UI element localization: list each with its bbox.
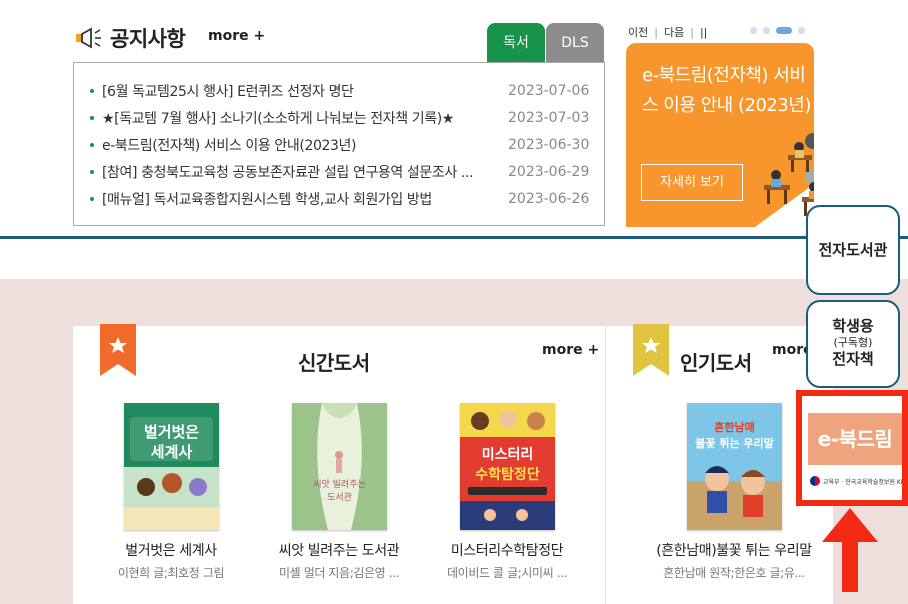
- banner-pause-button[interactable]: ||: [700, 26, 707, 39]
- notice-item[interactable]: [매뉴얼] 독서교육종합지원시스템 학생,교사 회원가입 방법 2023-06-…: [74, 185, 604, 212]
- notice-item-date: 2023-06-26: [508, 190, 590, 207]
- banner-nav: 이전 | 다음 | ||: [628, 24, 707, 40]
- book-card[interactable]: 씨앗 빌려주는 도서관 씨앗 빌려주는 도서관 미셸 멀더 지음;김은영 ...: [264, 403, 414, 581]
- banner-dot[interactable]: [763, 27, 770, 34]
- sponsor-logo-text: 교육부 · 한국교육학술정보원 KERIS: [823, 478, 908, 486]
- ebook-library-button[interactable]: 전자도서관: [806, 205, 900, 295]
- book-title[interactable]: 씨앗 빌려주는 도서관: [264, 540, 414, 560]
- notice-item-title[interactable]: [참여] 충청북도교육청 공동보존자료관 설립 연구용역 설문조사 ...: [102, 162, 500, 182]
- students-illustration: [754, 133, 814, 227]
- book-card[interactable]: 벌거벗은 세계사 벌거벗은 세계사 이현희 글;최호정 그림: [96, 403, 246, 581]
- notice-item-title[interactable]: e-북드림(전자책) 서비스 이용 안내(2023년): [102, 135, 500, 155]
- notice-item-date: 2023-07-06: [508, 82, 590, 99]
- bullet-icon: [90, 115, 94, 120]
- notice-more-link[interactable]: more +: [208, 28, 265, 44]
- book-cover-art: 씨앗 빌려주는 도서관: [291, 403, 387, 530]
- bullet-icon: [90, 88, 94, 93]
- e-bookdream-banner[interactable]: e-북드림 교육부 · 한국교육학술정보원 KERIS: [796, 390, 908, 506]
- government-emblem-icon: [810, 476, 820, 486]
- student-subscription-ebook-button[interactable]: 학생용 (구독형) 전자책: [806, 300, 900, 388]
- new-books-title: 신간도서: [298, 351, 370, 375]
- star-ribbon-icon: [633, 324, 669, 376]
- tab-dls[interactable]: DLS: [546, 23, 604, 63]
- notice-item[interactable]: [참여] 충청북도교육청 공동보존자료관 설립 연구용역 설문조사 ... 20…: [74, 158, 604, 185]
- book-title[interactable]: (흔한남매)불꽃 튀는 우리말: [645, 540, 823, 560]
- popular-books-title: 인기도서: [680, 351, 752, 375]
- book-cover[interactable]: 흔한남매 불꽃 튀는 우리말: [686, 403, 782, 530]
- cover-title-line: 세계사: [150, 443, 192, 461]
- book-cover-art: 흔한남매 불꽃 튀는 우리말: [686, 403, 782, 530]
- panel-divider: [605, 326, 606, 604]
- book-author: 미셸 멀더 지음;김은영 ...: [279, 566, 399, 580]
- notice-item-date: 2023-06-30: [508, 136, 590, 153]
- banner-title: e-북드림(전자책) 서비스 이용 안내 (2023년): [642, 65, 811, 116]
- notice-item-title[interactable]: [6월 독교템25시 행사] E런퀴즈 선정자 명단: [102, 81, 500, 101]
- bullet-icon: [90, 196, 94, 201]
- banner-dot[interactable]: [798, 27, 805, 34]
- new-books-more-link[interactable]: more +: [542, 342, 599, 358]
- notice-item[interactable]: e-북드림(전자책) 서비스 이용 안내(2023년) 2023-06-30: [74, 131, 604, 158]
- banner-detail-button[interactable]: 자세히 보기: [641, 164, 743, 201]
- banner-prev-button[interactable]: 이전: [628, 24, 648, 40]
- banner-dot[interactable]: [750, 27, 757, 34]
- book-cover-art: 벌거벗은 세계사: [123, 417, 219, 530]
- notice-item-title[interactable]: ★[독교템 7월 행사] 소나기(소소하게 나눠보는 전자책 기록)★: [102, 108, 500, 128]
- tab-dokseo[interactable]: 독서: [487, 23, 545, 63]
- cover-title-line: 미스터리: [481, 447, 533, 463]
- separator: |: [654, 25, 658, 39]
- book-title[interactable]: 벌거벗은 세계사: [96, 540, 246, 560]
- book-author: 흔한남매 원작;한은호 글;유...: [663, 566, 805, 580]
- student-ebook-line1: 학생용: [832, 317, 874, 335]
- cover-title-line: 도서관: [327, 492, 352, 503]
- notice-item[interactable]: ★[독교템 7월 행사] 소나기(소소하게 나눠보는 전자책 기록)★ 2023…: [74, 104, 604, 131]
- star-ribbon-icon: [100, 324, 136, 376]
- notice-title: 공지사항: [110, 27, 186, 51]
- book-cover[interactable]: 씨앗 빌려주는 도서관: [291, 403, 387, 530]
- book-cover-art: 미스터리 수학탐정단: [459, 403, 555, 530]
- bullet-icon: [90, 142, 94, 147]
- notice-item-title[interactable]: [매뉴얼] 독서교육종합지원시스템 학생,교사 회원가입 방법: [102, 189, 500, 209]
- book-author: 이현희 글;최호정 그림: [117, 566, 225, 580]
- student-ebook-line2: (구독형): [833, 336, 873, 349]
- cover-title-line: 벌거벗은: [143, 423, 198, 441]
- cover-title-line: 불꽃 튀는 우리말: [695, 436, 774, 450]
- up-arrow-icon: [822, 508, 878, 592]
- student-ebook-line3: 전자책: [832, 350, 874, 368]
- cover-title-line: 수학탐정단: [475, 466, 540, 483]
- popular-books-more-link[interactable]: more +: [772, 342, 806, 358]
- separator: |: [690, 25, 694, 39]
- notice-item-date: 2023-07-03: [508, 109, 590, 126]
- cover-title-line: 씨앗 빌려주는: [313, 479, 366, 490]
- banner-next-button[interactable]: 다음: [664, 24, 684, 40]
- ebook-banner[interactable]: e-북드림(전자책) 서비스 이용 안내 (2023년) 자세히 보기: [626, 43, 814, 227]
- notice-list: [6월 독교템25시 행사] E런퀴즈 선정자 명단 2023-07-06 ★[…: [73, 62, 605, 226]
- banner-pagination: [750, 27, 805, 34]
- book-cover[interactable]: 벌거벗은 세계사: [123, 403, 219, 530]
- cover-title-line: 흔한남매: [714, 420, 754, 434]
- book-cover[interactable]: 미스터리 수학탐정단: [459, 403, 555, 530]
- section-divider: [0, 236, 908, 239]
- sponsor-logos: 교육부 · 한국교육학술정보원 KERIS: [810, 476, 908, 486]
- notice-header: 공지사항: [74, 22, 186, 54]
- book-title[interactable]: 미스터리수학탐정단: [432, 540, 582, 560]
- notice-item-date: 2023-06-29: [508, 163, 590, 180]
- notice-item[interactable]: [6월 독교템25시 행사] E런퀴즈 선정자 명단 2023-07-06: [74, 77, 604, 104]
- book-card[interactable]: 미스터리 수학탐정단 미스터리수학탐정단 데이비드 콜 글;시미씨 ...: [432, 403, 582, 581]
- book-author: 데이비드 콜 글;시미씨 ...: [447, 566, 567, 580]
- e-bookdream-label: e-북드림: [808, 413, 902, 465]
- banner-dot-active[interactable]: [776, 27, 792, 34]
- bullet-icon: [90, 169, 94, 174]
- megaphone-icon: [76, 27, 101, 49]
